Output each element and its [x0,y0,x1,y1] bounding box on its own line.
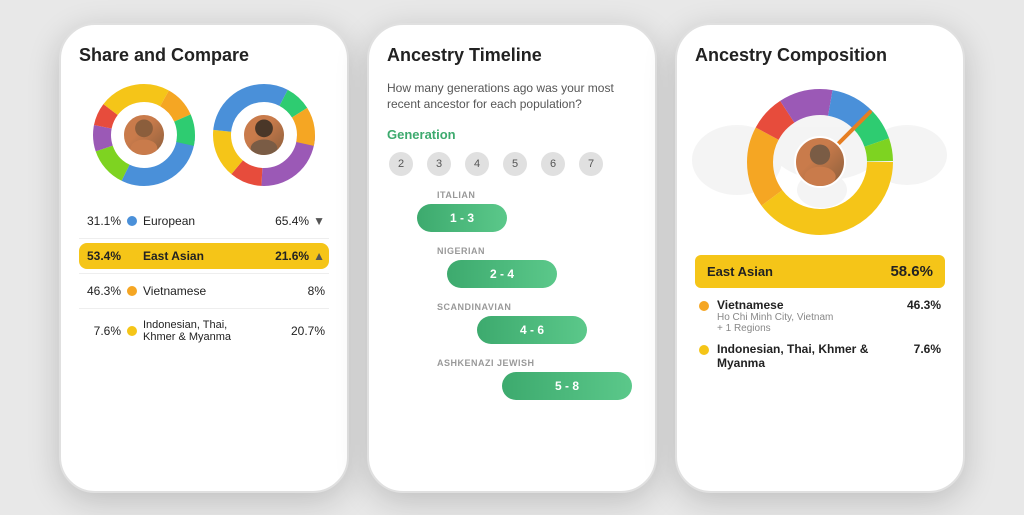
avatar1 [122,113,166,157]
gen-numbers: 2 3 4 5 6 7 [387,152,637,176]
comp-pct1-vietnamese: 46.3% [83,284,121,298]
comp-dot-european [127,216,137,226]
comp3-pct-vietnamese: 46.3% [907,298,941,312]
comp-dot-eastasian [127,251,137,261]
comp3-name-indonesian: Indonesian, Thai, Khmer &Myanma [717,342,914,370]
gen-num-6[interactable]: 6 [541,152,565,176]
comp-row-eastasian: 53.4% East Asian 21.6% ▲ [79,243,329,269]
comp-pct1-indonesian: 7.6% [83,324,121,338]
scandinavian-bar-row: 4 - 6 [387,316,637,344]
comp-pct1-eastasian: 53.4% [83,249,121,263]
comp-pct2-eastasian: 21.6% [273,249,309,263]
ashkenazi-bar-row: 5 - 8 [387,372,637,400]
comparison-table: 31.1% European 65.4% ▼ 53.4% East Asian … [79,208,329,349]
avatar1-svg [124,113,164,157]
timeline-item-ashkenazi: ASHKENAZI JEWISH 5 - 8 [387,358,637,400]
donut3-wrapper [695,80,945,245]
comp-label-vietnamese: Vietnamese [143,284,289,298]
phone-ancestry-composition: Ancestry Composition [675,23,965,493]
timeline-subtitle: How many generations ago was your most r… [387,80,637,114]
gen-num-2[interactable]: 2 [389,152,413,176]
comp-label-european: European [143,214,273,228]
comp3-sub-vietnamese: Ho Chi Minh City, Vietnam+ 1 Regions [717,312,907,334]
comp3-pct-indonesian: 7.6% [914,342,941,356]
gen-num-5[interactable]: 5 [503,152,527,176]
comp3-dot-indonesian [699,345,709,355]
donut-row [79,80,329,190]
avatar3-svg [796,136,844,188]
avatar2-svg [244,113,284,157]
chevron-eastasian: ▲ [313,249,325,263]
divider2 [79,273,329,274]
scandinavian-bar: 4 - 6 [477,316,587,344]
comp3-name-vietnamese: Vietnamese [717,298,907,312]
avatar2 [242,113,286,157]
phone3-title: Ancestry Composition [695,45,945,66]
comp-row-vietnamese: 46.3% Vietnamese 8% [79,278,329,304]
comp-dot-indonesian [127,326,137,336]
comp-pct2-vietnamese: 8% [289,284,325,298]
comp3-info-indonesian: Indonesian, Thai, Khmer &Myanma [717,342,914,370]
donut1 [89,80,199,190]
generation-label: Generation [387,127,637,142]
italian-bar: 1 - 3 [417,204,507,232]
comp3-dot-vietnamese [699,301,709,311]
divider1 [79,238,329,239]
chevron-european: ▼ [313,214,325,228]
phone-ancestry-timeline: Ancestry Timeline How many generations a… [367,23,657,493]
phone-share-compare: Share and Compare [59,23,349,493]
ashkenazi-bar: 5 - 8 [502,372,632,400]
east-asian-pct: 58.6% [890,263,933,280]
comp-label-indonesian: Indonesian, Thai,Khmer & Myanma [143,319,289,343]
comp3-info-vietnamese: Vietnamese Ho Chi Minh City, Vietnam+ 1 … [717,298,907,334]
phone1-title: Share and Compare [79,45,329,66]
comp-row-european: 31.1% European 65.4% ▼ [79,208,329,234]
east-asian-label: East Asian [707,264,773,279]
comp-pct1-european: 31.1% [83,214,121,228]
italian-label: ITALIAN [387,190,637,200]
nigerian-label: NIGERIAN [387,246,637,256]
comp-row-indonesian: 7.6% Indonesian, Thai,Khmer & Myanma 20.… [79,313,329,349]
nigerian-bar: 2 - 4 [447,260,557,288]
scandinavian-label: SCANDINAVIAN [387,302,637,312]
screens-container: Share and Compare [0,3,1024,513]
comp-pct2-european: 65.4% [273,214,309,228]
east-asian-bar: East Asian 58.6% [695,255,945,288]
gen-num-7[interactable]: 7 [579,152,603,176]
comp-label-eastasian: East Asian [143,249,273,263]
avatar3 [794,136,846,188]
timeline-item-nigerian: NIGERIAN 2 - 4 [387,246,637,288]
timeline-item-italian: ITALIAN 1 - 3 [387,190,637,232]
comp3-row-vietnamese: Vietnamese Ho Chi Minh City, Vietnam+ 1 … [695,298,945,334]
donut2 [209,80,319,190]
comp-pct2-indonesian: 20.7% [289,324,325,338]
ashkenazi-label: ASHKENAZI JEWISH [387,358,637,368]
timeline-item-scandinavian: SCANDINAVIAN 4 - 6 [387,302,637,344]
gen-num-4[interactable]: 4 [465,152,489,176]
nigerian-bar-row: 2 - 4 [387,260,637,288]
italian-bar-row: 1 - 3 [387,204,637,232]
comp3-row-indonesian: Indonesian, Thai, Khmer &Myanma 7.6% [695,342,945,370]
phone2-title: Ancestry Timeline [387,45,637,66]
comp-dot-vietnamese [127,286,137,296]
divider3 [79,308,329,309]
gen-num-3[interactable]: 3 [427,152,451,176]
